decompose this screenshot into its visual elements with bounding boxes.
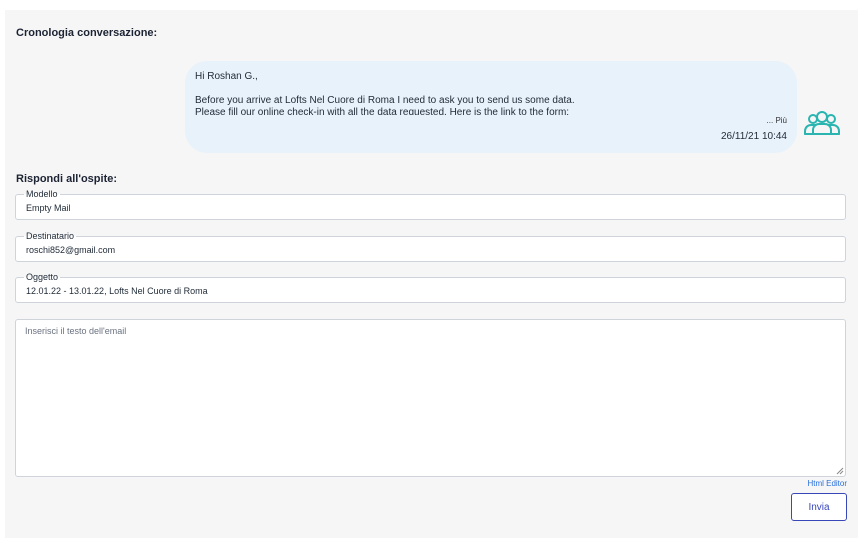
recipient-label: Destinatario [24, 231, 77, 241]
subject-label: Oggetto [24, 272, 61, 282]
email-body-input[interactable] [15, 319, 846, 477]
message-body: Before you arrive at Lofts Nel Cuore di … [195, 95, 787, 115]
html-editor-link[interactable]: Html Editor [807, 479, 847, 488]
template-select[interactable]: Modello Empty Mail [15, 189, 846, 220]
guests-avatar-icon [804, 111, 840, 135]
conversation-panel: Cronologia conversazione: Hi Roshan G., … [5, 10, 858, 538]
resize-grip-icon[interactable] [835, 466, 844, 475]
subject-value: 12.01.22 - 13.01.22, Lofts Nel Cuore di … [26, 286, 208, 296]
more-link[interactable]: ... Più [767, 116, 787, 125]
message-bubble: Hi Roshan G., Before you arrive at Lofts… [185, 61, 797, 153]
message-timestamp: 26/11/21 10:44 [721, 131, 787, 142]
message-greeting: Hi Roshan G., [195, 71, 258, 82]
template-label: Modello [24, 189, 60, 199]
reply-title: Rispondi all'ospite: [16, 173, 118, 185]
message-body-line: Please fill our online check-in with all… [195, 107, 570, 115]
message-body-line: Before you arrive at Lofts Nel Cuore di … [195, 95, 575, 106]
recipient-value: roschi852@gmail.com [26, 245, 116, 255]
recipient-field[interactable]: Destinatario roschi852@gmail.com [15, 231, 846, 262]
template-value: Empty Mail [26, 203, 71, 213]
history-title: Cronologia conversazione: [16, 27, 158, 39]
subject-field[interactable]: Oggetto 12.01.22 - 13.01.22, Lofts Nel C… [15, 272, 846, 303]
send-button[interactable]: Invia [791, 493, 847, 521]
